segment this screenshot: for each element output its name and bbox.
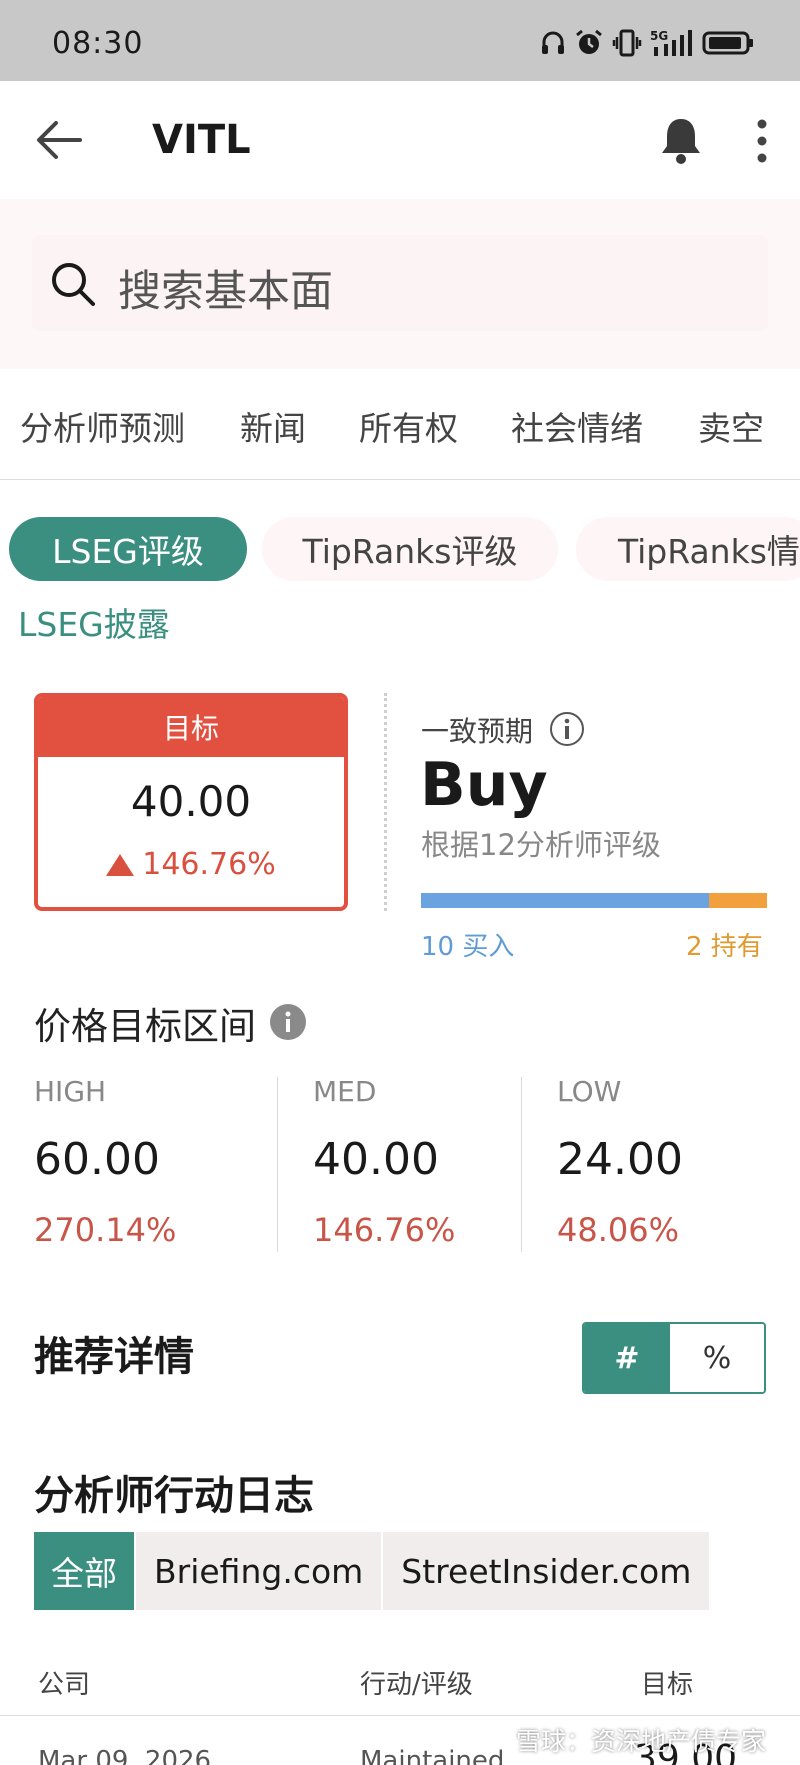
info-icon[interactable] — [548, 710, 586, 748]
alarm-icon — [576, 29, 602, 54]
source-tab-all[interactable]: 全部 — [34, 1532, 134, 1610]
target-label: 目标 — [38, 697, 344, 757]
info-icon[interactable] — [269, 1003, 307, 1041]
chip-lseg-rating[interactable]: LSEG评级 — [9, 517, 247, 581]
range-divider — [521, 1077, 522, 1252]
range-high-label: HIGH — [34, 1075, 107, 1108]
source-tab-streetinsider[interactable]: StreetInsider.com — [383, 1532, 710, 1610]
chip-tipranks-sentiment[interactable]: TipRanks情绪 — [576, 517, 800, 581]
source-tab-briefing[interactable]: Briefing.com — [136, 1532, 382, 1610]
range-high: HIGH 60.00 270.14% — [34, 1075, 176, 1255]
chip-tipranks-rating[interactable]: TipRanks评级 — [262, 517, 558, 581]
range-divider — [277, 1077, 278, 1252]
up-triangle-icon — [106, 853, 135, 876]
status-bar: 08:30 5G — [0, 0, 800, 81]
vibrate-icon — [612, 29, 642, 57]
hold-count: 2 持有 — [686, 932, 763, 962]
source-tabs: 全部 Briefing.com StreetInsider.com — [34, 1532, 710, 1610]
target-card: 目标 40.00 146.76% — [34, 693, 348, 911]
ticker-title: VITL — [152, 117, 251, 163]
buy-bar — [421, 893, 710, 908]
bell-icon[interactable] — [658, 115, 704, 165]
status-icons: 5G — [540, 28, 754, 58]
rating-distribution-bar — [421, 893, 767, 908]
range-high-value: 60.00 — [34, 1134, 160, 1185]
toggle-count-button[interactable]: # — [584, 1324, 670, 1392]
range-med-pct: 146.76% — [313, 1211, 456, 1249]
buy-count: 10 买入 — [421, 932, 515, 962]
search-placeholder: 搜索基本面 — [118, 267, 333, 317]
price-range-title: 价格目标区间 — [34, 1005, 256, 1048]
range-low-value: 24.00 — [557, 1134, 683, 1185]
range-low-pct: 48.06% — [557, 1211, 680, 1249]
tab-analyst-forecast[interactable]: 分析师预测 — [20, 402, 185, 450]
range-low: LOW 24.00 48.06% — [557, 1075, 683, 1255]
signal-5g-icon: 5G — [650, 29, 692, 56]
lseg-disclosure-link[interactable]: LSEG披露 — [18, 598, 170, 646]
recommendation-title: 推荐详情 — [34, 1334, 194, 1380]
divider — [384, 693, 387, 911]
table-divider — [0, 1715, 800, 1716]
consensus-basis: 根据12分析师评级 — [421, 828, 661, 862]
headphones-icon — [542, 31, 564, 54]
target-change: 146.76% — [38, 847, 344, 882]
status-time: 08:30 — [52, 26, 144, 61]
toggle-percent-button[interactable]: % — [670, 1324, 764, 1392]
target-value: 40.00 — [130, 777, 252, 826]
search-section: 搜索基本面 — [0, 199, 800, 369]
tab-social-sentiment[interactable]: 社会情绪 — [511, 402, 643, 450]
watermark: 雪球：资深地产债专家 — [516, 1727, 767, 1756]
count-percent-toggle: # % — [582, 1322, 766, 1394]
target-change-pct: 146.76% — [142, 847, 276, 882]
row-date: Mar 09, 2026 — [38, 1746, 212, 1765]
column-header-target: 目标 — [641, 1670, 694, 1700]
range-med-label: MED — [313, 1075, 377, 1108]
app-bar: VITL — [0, 81, 800, 199]
column-header-action: 行动/评级 — [360, 1670, 473, 1700]
range-high-pct: 270.14% — [34, 1211, 177, 1249]
battery-icon — [702, 31, 753, 55]
action-log-title: 分析师行动日志 — [34, 1473, 314, 1519]
more-vert-icon[interactable] — [750, 117, 774, 165]
column-header-company: 公司 — [38, 1670, 91, 1700]
tab-news[interactable]: 新闻 — [240, 402, 306, 450]
tab-short-selling[interactable]: 卖空 — [698, 402, 764, 450]
svg-text:5G: 5G — [650, 29, 668, 43]
consensus-value: Buy — [420, 750, 548, 820]
section-tabs: 分析师预测 新闻 所有权 社会情绪 卖空 — [0, 390, 800, 480]
search-input[interactable]: 搜索基本面 — [32, 235, 768, 331]
range-low-label: LOW — [557, 1075, 622, 1108]
range-med-value: 40.00 — [313, 1134, 439, 1185]
back-arrow-icon[interactable] — [34, 117, 84, 163]
tab-ownership[interactable]: 所有权 — [359, 402, 458, 450]
hold-bar — [709, 893, 767, 908]
consensus-label: 一致预期 — [421, 715, 534, 748]
range-med: MED 40.00 146.76% — [313, 1075, 455, 1255]
row-action: Maintained — [360, 1746, 505, 1765]
search-icon — [52, 263, 95, 306]
